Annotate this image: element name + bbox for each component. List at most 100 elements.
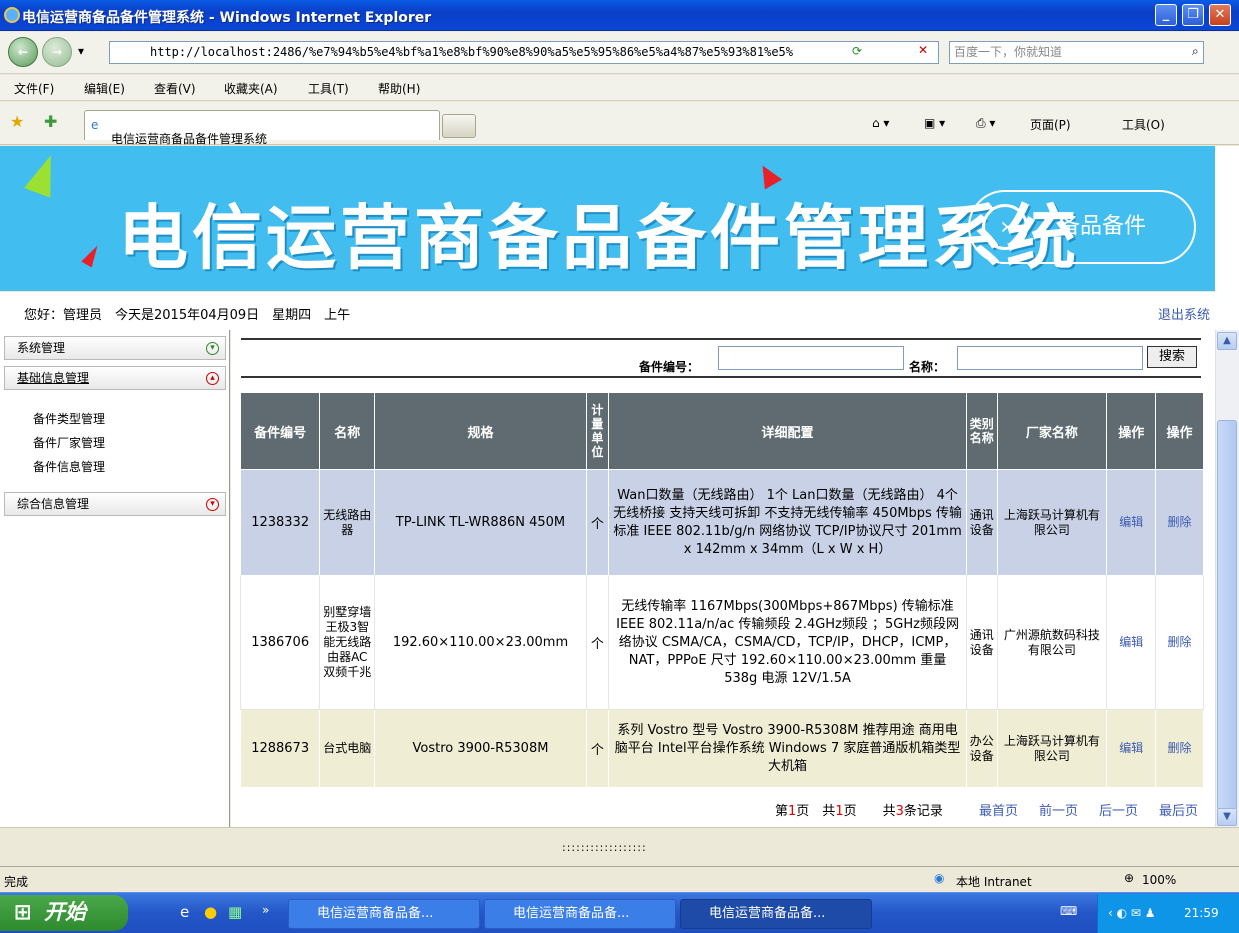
collapse-icon: ▴ [206,372,219,385]
start-button[interactable]: ⊞ 开始 [0,895,128,931]
name-label: 名称： [909,360,946,374]
cell-unit: 个 [585,469,610,576]
home-icon[interactable]: ⌂ ▾ [872,116,889,130]
banner-title: 电信运营商备品备件管理系统 [118,197,1080,279]
pager-total-pages: 1 [835,804,844,819]
minimize-button[interactable]: _ [1155,4,1177,26]
sidebar-item-vendor[interactable]: 备件厂家管理 [33,434,105,451]
chevron-right-icon[interactable]: » [262,903,269,917]
scroll-down-button[interactable]: ▼ [1217,808,1237,826]
pager-text: 第 [775,804,789,819]
edit-link[interactable]: 编辑 [1106,575,1157,710]
pager-text: 条记录 [903,804,943,819]
scroll-up-button[interactable]: ▲ [1217,332,1237,350]
menu-file[interactable]: 文件(F) [14,80,54,97]
refresh-icon[interactable]: ⟳ [852,44,862,58]
menu-help[interactable]: 帮助(H) [378,80,420,97]
sidebar-item-info[interactable]: 备件信息管理 [33,458,105,475]
header-action-edit: 操作 [1106,392,1157,470]
cell-name: 台式电脑 [319,709,376,788]
address-toolbar: ← → ▾ http://localhost:2486/%e7%94%b5%e4… [0,32,1239,74]
delete-link[interactable]: 删除 [1155,709,1204,788]
taskbar-button-1[interactable]: 电信运营商备品备... [288,899,480,929]
close-button[interactable]: ✕ [1209,4,1231,26]
next-page-link[interactable]: 后一页 [1099,800,1138,819]
intranet-icon: ◉ [934,871,945,885]
stop-icon[interactable]: ✕ [918,43,928,57]
print-icon[interactable]: ⎙ ▾ [976,116,995,131]
quicklaunch-icon[interactable]: ● [204,903,217,921]
desktop-icon[interactable]: ▦ [228,903,242,921]
chevron-right-icon: › [982,204,1028,250]
taskbar-button-2[interactable]: 电信运营商备品备... [484,899,676,929]
menu-view[interactable]: 查看(V) [154,80,196,97]
pager-record-count: 3 [895,804,904,819]
info-bar: 您好：管理员 今天是2015年04月09日 星期四 上午 退出系统 [0,292,1215,330]
header-unit: 计量单位 [585,392,610,470]
new-tab-button[interactable] [442,114,476,138]
tray-icons[interactable]: ‹ ◐ ✉ ♟ [1108,894,1156,932]
zoom-level[interactable]: 100% [1142,873,1176,887]
name-input[interactable] [957,346,1143,370]
page-menu[interactable]: 页面(P) [1030,116,1071,133]
browser-tab[interactable]: e 电信运营商备品备件管理系统 [84,110,440,146]
code-label: 备件编号： [639,360,700,374]
menu-edit[interactable]: 编辑(E) [84,80,125,97]
add-favorite-icon[interactable]: ✚ [44,112,57,131]
taskbar: ⊞ 开始 e ● ▦ » 电信运营商备品备... 电信运营商备品备... 电信运… [0,892,1239,933]
address-input[interactable]: http://localhost:2486/%e7%94%b5%e4%bf%a1… [109,41,939,64]
start-label: 开始 [44,900,86,924]
edit-link[interactable]: 编辑 [1106,709,1157,788]
site-banner: 电信运营商备品备件管理系统 › 备品备件 [0,146,1215,291]
system-tray: ‹ ◐ ✉ ♟ 21:59 [1097,894,1239,933]
sidebar-item-type[interactable]: 备件类型管理 [33,410,105,427]
zoom-icon[interactable]: ⊕ [1124,871,1134,885]
menu-tools[interactable]: 工具(T) [308,80,349,97]
cell-spec: Vostro 3900-R5308M [374,709,587,788]
cell-detail: Wan口数量（无线路由） 1个 Lan口数量（无线路由） 4个无线桥接 支持天线… [608,469,968,576]
cell-detail: 无线传输率 1167Mbps(300Mbps+867Mbps) 传输标准 IEE… [608,575,968,710]
delete-link[interactable]: 删除 [1155,469,1204,576]
edit-link[interactable]: 编辑 [1106,469,1157,576]
search-button[interactable]: 搜索 [1147,346,1197,368]
last-page-link[interactable]: 最后页 [1159,800,1198,819]
favorites-star-icon[interactable]: ★ [10,112,24,131]
splitter-handle[interactable]: :::::::::::::::::: [562,841,647,854]
sidebar-item-label: 基础信息管理 [17,371,90,385]
ie-quicklaunch-icon[interactable]: e [180,903,189,921]
cell-spec: TP-LINK TL-WR886N 450M [374,469,587,576]
menu-favorites[interactable]: 收藏夹(A) [224,80,278,97]
delete-link[interactable]: 删除 [1155,575,1204,710]
pager-text: 页 共 [843,804,896,819]
feeds-icon[interactable]: ▣ ▾ [924,116,945,130]
taskbar-button-3[interactable]: 电信运营商备品备... [680,899,872,929]
window-titlebar[interactable]: 电信运营商备品备件管理系统 - Windows Internet Explore… [0,0,1239,31]
sidebar-item-comprehensive[interactable]: 综合信息管理 ▾ [4,492,226,516]
sidebar-item-basic[interactable]: 基础信息管理 ▴ [4,366,226,390]
restore-button[interactable]: ❐ [1182,4,1204,26]
history-dropdown-icon[interactable]: ▾ [78,44,84,58]
frame-splitter[interactable]: :::::::::::::::::: [0,827,1239,865]
first-page-link[interactable]: 最首页 [979,800,1018,819]
search-icon[interactable]: ⌕ [1192,44,1199,59]
sidebar: 系统管理 ▾ 基础信息管理 ▴ 备件类型管理 备件厂家管理 备件信息管理 综合信… [0,330,230,827]
keyboard-icon[interactable]: ⌨ [1060,904,1077,918]
cell-category: 通讯设备 [966,469,998,576]
tools-menu[interactable]: 工具(O) [1122,116,1165,133]
forward-button[interactable]: → [42,37,72,67]
zone-text: 本地 Intranet [956,875,1032,889]
cell-code: 1288673 [239,709,321,788]
header-spec: 规格 [374,392,587,470]
prev-page-link[interactable]: 前一页 [1039,800,1078,819]
search-input[interactable]: 百度一下，你就知道 [949,41,1204,64]
scroll-thumb[interactable] [1217,420,1237,810]
back-button[interactable]: ← [8,37,38,67]
header-category: 类别名称 [966,392,998,470]
clock: 21:59 [1184,906,1219,920]
ie-icon [4,7,20,23]
logout-link[interactable]: 退出系统 [1158,304,1210,323]
sidebar-item-system[interactable]: 系统管理 ▾ [4,336,226,360]
code-input[interactable] [718,346,904,370]
cell-vendor: 广州源航数码科技有限公司 [996,575,1108,710]
greeting-text: 您好：管理员 今天是2015年04月09日 星期四 上午 [24,308,351,323]
